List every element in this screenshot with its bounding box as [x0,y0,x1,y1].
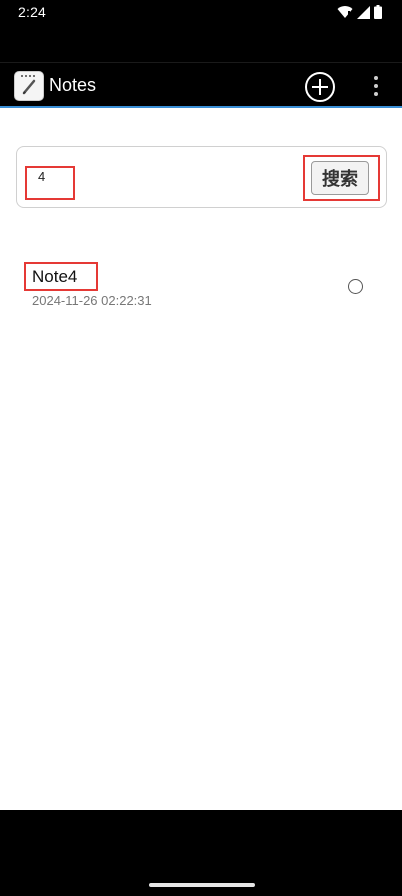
search-button[interactable]: 搜索 [311,161,369,195]
status-bar: 2:24 [0,0,402,26]
status-icons [337,5,382,19]
note-timestamp: 2024-11-26 02:22:31 [32,293,152,308]
main-content: 搜索 Note4 2024-11-26 02:22:31 [0,108,402,810]
app-bar: Notes [0,62,402,108]
notepad-pencil-icon [14,71,44,101]
battery-icon [374,5,382,19]
wifi-icon [337,6,353,19]
home-gesture-bar[interactable] [149,883,255,887]
note-title-highlight: Note4 [24,262,98,291]
status-time: 2:24 [18,4,47,20]
navigation-bar [0,810,402,896]
list-item[interactable]: Note4 2024-11-26 02:22:31 [0,258,402,318]
signal-icon [357,5,370,19]
plus-circle-icon [305,72,335,102]
search-button-highlight: 搜索 [303,155,380,201]
overflow-menu-button[interactable] [366,73,386,99]
search-bar: 搜索 [16,146,387,208]
more-vert-icon [374,76,378,80]
app-title: Notes [49,75,97,95]
note-title: Note4 [32,267,78,286]
add-note-button[interactable] [304,71,336,103]
note-select-radio[interactable] [348,279,363,294]
search-input[interactable] [25,166,75,200]
